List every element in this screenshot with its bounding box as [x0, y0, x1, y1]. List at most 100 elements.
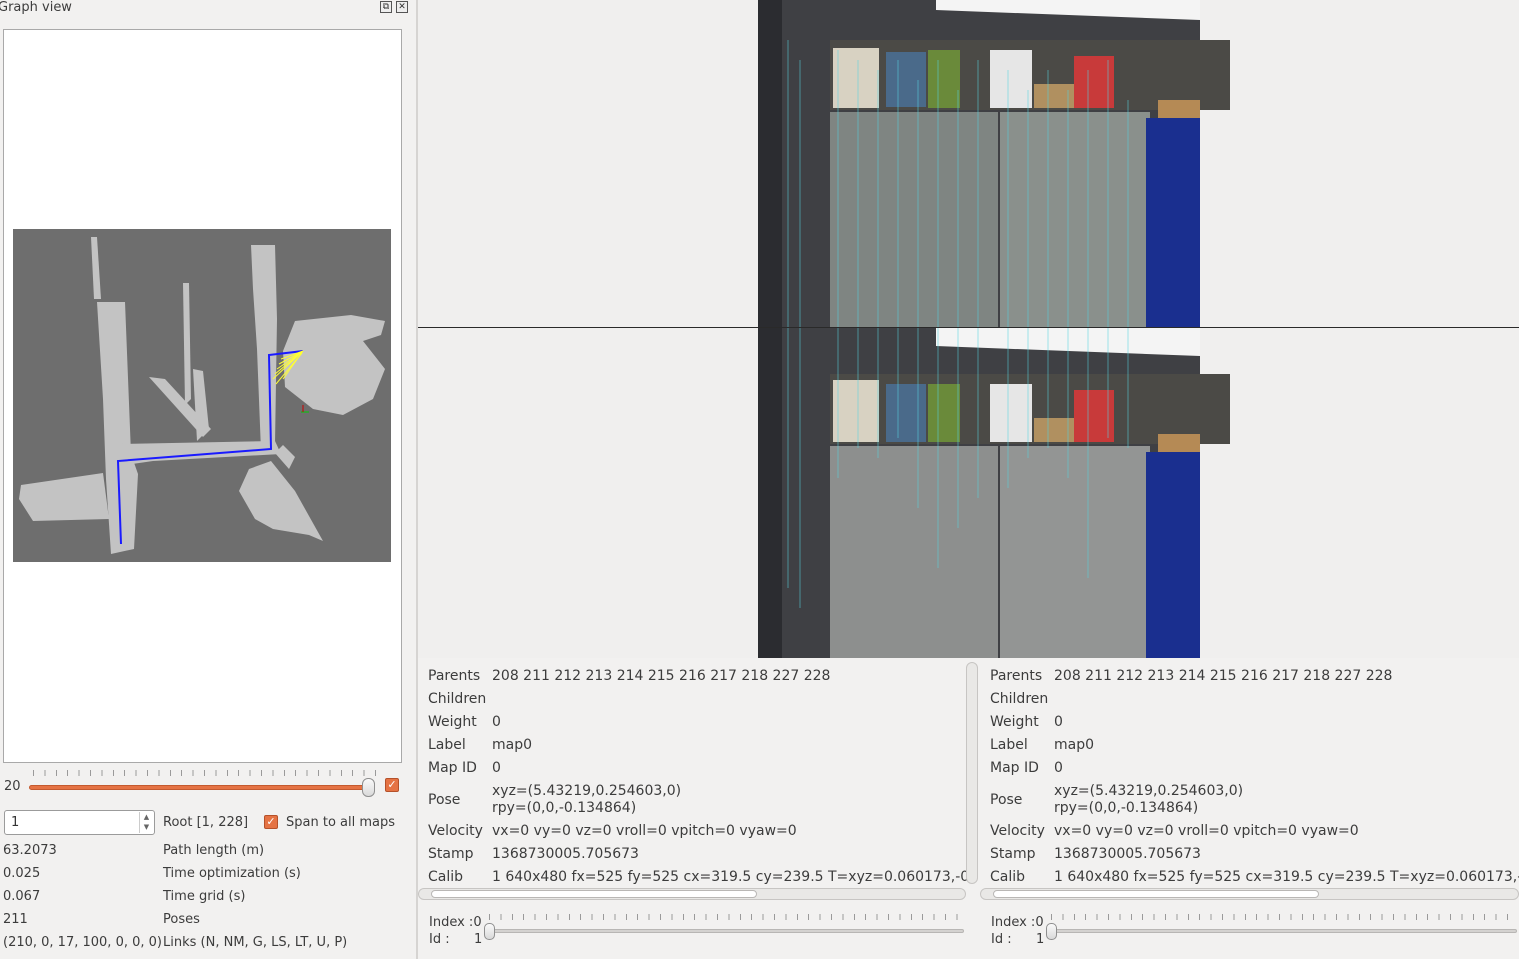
id-label-b: Id : — [991, 932, 1012, 947]
close-icon[interactable]: ✕ — [396, 1, 408, 13]
parents-key: Parents — [990, 668, 1043, 684]
box — [886, 52, 926, 107]
app-window: Graph view ⧉ ✕ 20 ✓ 1 ▲ ▼ Root [1, 228] … — [0, 0, 1519, 959]
velocity-value: vx=0 vy=0 vz=0 vroll=0 vpitch=0 vyaw=0 — [492, 823, 797, 839]
stamp-value: 1368730005.705673 — [1054, 846, 1201, 862]
parents-value: 208 211 212 213 214 215 216 217 218 227 … — [492, 668, 831, 684]
spin-arrows-icon[interactable]: ▲ ▼ — [139, 812, 153, 833]
label-value: map0 — [1054, 737, 1095, 753]
poses-label: Poses — [163, 912, 200, 927]
box — [1158, 100, 1200, 120]
node-info-panel-b[interactable]: Parents 208 211 212 213 214 215 216 217 2… — [980, 660, 1519, 888]
id-value-a: 1 — [474, 932, 483, 947]
weight-key: Weight — [990, 714, 1039, 730]
path-length-value: 63.2073 — [3, 843, 57, 858]
box — [928, 384, 960, 442]
box — [833, 48, 879, 108]
index-slider-ticks-b — [1051, 914, 1517, 920]
root-id-input[interactable] — [6, 812, 140, 833]
box — [1158, 434, 1200, 454]
index-slider-a[interactable] — [486, 929, 964, 933]
box — [928, 50, 960, 108]
time-optimization-value: 0.025 — [3, 866, 41, 881]
box — [886, 384, 926, 442]
box — [990, 50, 1032, 108]
mapid-value: 0 — [492, 760, 501, 776]
path-length-label: Path length (m) — [163, 843, 265, 858]
horizontal-scrollbar-thumb[interactable] — [431, 890, 757, 898]
span-all-maps-checkbox[interactable]: ✓ — [264, 815, 278, 829]
links-label: Links (N, NM, G, LS, LT, U, P) — [163, 935, 348, 950]
depth-slider-row: 20 ✓ — [0, 770, 410, 800]
index-slider-handle-a[interactable] — [484, 923, 495, 940]
pose-xyz: xyz=(5.43219,0.254603,0) — [492, 783, 682, 799]
weight-value: 0 — [492, 714, 501, 730]
cabinet-left — [830, 112, 998, 328]
index-slider-handle-b[interactable] — [1046, 923, 1057, 940]
pose-rpy: rpy=(0,0,-0.134864) — [1054, 800, 1199, 816]
label-key: Label — [428, 737, 466, 753]
mapid-value: 0 — [1054, 760, 1063, 776]
id-label-a: Id : — [429, 932, 450, 947]
horizontal-scrollbar[interactable] — [980, 888, 1519, 900]
depth-slider-handle[interactable] — [362, 778, 375, 797]
occupancy-grid-map[interactable] — [13, 229, 391, 562]
image-view-a[interactable] — [418, 0, 1519, 328]
time-grid-value: 0.067 — [3, 889, 41, 904]
image-view-b[interactable] — [418, 328, 1519, 658]
vertical-scrollbar[interactable] — [966, 662, 978, 884]
span-all-maps-label: Span to all maps — [286, 815, 396, 830]
stamp-value: 1368730005.705673 — [492, 846, 639, 862]
stamp-key: Stamp — [428, 846, 474, 862]
slider-checkbox[interactable]: ✓ — [385, 778, 399, 792]
mapid-key: Map ID — [428, 760, 477, 776]
node-info-panel-a[interactable]: Parents 208 211 212 213 214 215 216 217 2… — [418, 660, 980, 888]
depth-slider[interactable] — [29, 785, 373, 790]
box — [990, 384, 1032, 442]
calib-value: 1 640x480 fx=525 fy=525 cx=319.5 cy=239.… — [1054, 869, 1519, 885]
weight-key: Weight — [428, 714, 477, 730]
camera-image-b — [758, 328, 1230, 658]
door-frame — [758, 328, 782, 658]
dock-title-text: Graph view — [0, 0, 72, 15]
camera-image-a — [758, 0, 1230, 328]
mapid-key: Map ID — [990, 760, 1039, 776]
slider-ticks — [33, 770, 376, 776]
label-key: Label — [990, 737, 1028, 753]
index-label-b: Index :0 — [991, 915, 1044, 930]
index-slider-ticks-a — [489, 914, 963, 920]
cabinet-left — [830, 446, 998, 658]
blue-cabinet — [1146, 118, 1200, 328]
id-value-b: 1 — [1036, 932, 1045, 947]
weight-value: 0 — [1054, 714, 1063, 730]
label-value: map0 — [492, 737, 533, 753]
horizontal-scrollbar-thumb[interactable] — [993, 890, 1319, 898]
time-optimization-label: Time optimization (s) — [163, 866, 301, 881]
calib-key: Calib — [990, 869, 1026, 885]
door-frame — [758, 0, 782, 328]
velocity-value: vx=0 vy=0 vz=0 vroll=0 vpitch=0 vyaw=0 — [1054, 823, 1359, 839]
pose-xyz: xyz=(5.43219,0.254603,0) — [1054, 783, 1244, 799]
parents-value: 208 211 212 213 214 215 216 217 218 227 … — [1054, 668, 1393, 684]
graph-view-dock-title: Graph view ⧉ ✕ — [0, 0, 410, 16]
graph-view-canvas[interactable] — [3, 29, 402, 763]
links-value: (210, 0, 17, 100, 0, 0, 0) — [3, 935, 162, 950]
index-slider-b[interactable] — [1048, 929, 1517, 933]
float-icon[interactable]: ⧉ — [380, 1, 392, 13]
poses-value: 211 — [3, 912, 28, 927]
box — [833, 380, 879, 442]
root-id-spinbox[interactable]: ▲▼ — [4, 810, 155, 835]
pose-key: Pose — [990, 792, 1023, 808]
calib-value: 1 640x480 fx=525 fy=525 cx=319.5 cy=239.… — [492, 869, 976, 885]
time-grid-label: Time grid (s) — [163, 889, 246, 904]
root-label: Root [1, 228] — [163, 815, 249, 830]
velocity-key: Velocity — [990, 823, 1045, 839]
horizontal-scrollbar[interactable] — [418, 888, 966, 900]
cabinet-right — [1000, 446, 1150, 658]
pose-key: Pose — [428, 792, 461, 808]
children-key: Children — [990, 691, 1049, 707]
index-label-a: Index :0 — [429, 915, 482, 930]
blue-cabinet — [1146, 452, 1200, 658]
parents-key: Parents — [428, 668, 481, 684]
calib-key: Calib — [428, 869, 464, 885]
